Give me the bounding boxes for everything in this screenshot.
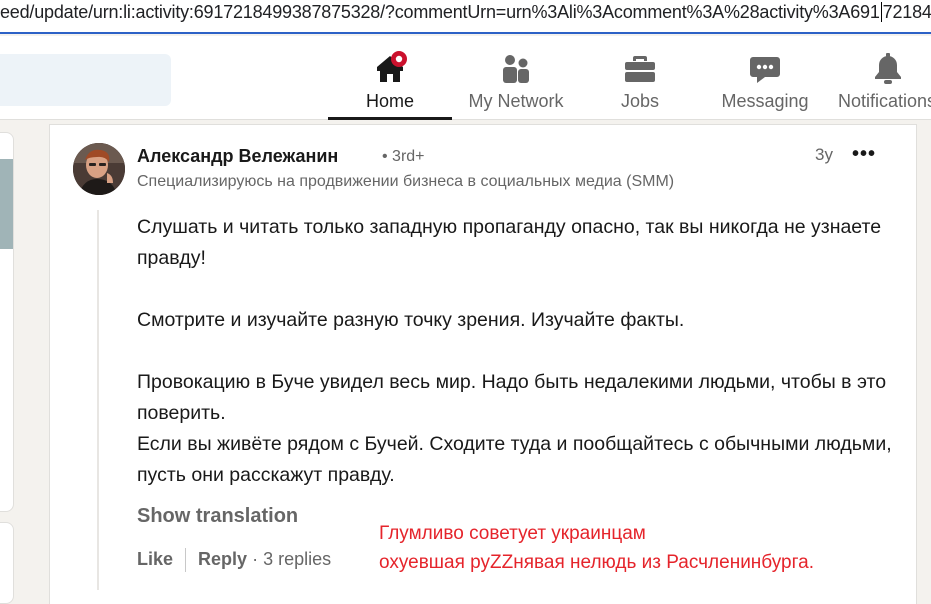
show-translation-button[interactable]: Show translation — [137, 505, 298, 528]
nav-messaging-label: Messaging — [721, 91, 809, 111]
author-headline: Специализируюсь на продвижении бизнеса в… — [137, 173, 675, 190]
reply-button[interactable]: Reply — [198, 549, 247, 569]
comment-thread-line — [97, 210, 99, 590]
comment-paragraph: Провокацию в Буче увидел весь мир. Надо … — [137, 371, 887, 424]
left-profile-card — [0, 132, 14, 512]
replies-count[interactable]: · 3 replies — [252, 549, 331, 569]
avatar[interactable] — [73, 143, 125, 195]
nav-notifications[interactable]: Notifications — [830, 36, 931, 120]
nav-my-network[interactable]: My Network — [456, 36, 576, 120]
url-text[interactable]: eed/update/urn:li:activity:6917218499387… — [0, 2, 931, 23]
address-bar[interactable]: eed/update/urn:li:activity:6917218499387… — [0, 0, 931, 34]
connection-degree: • 3rd+ — [382, 148, 425, 165]
text-caret — [880, 2, 882, 22]
search-input[interactable] — [0, 54, 171, 106]
nav-home-label: Home — [365, 91, 414, 111]
comment-timestamp: 3y — [815, 145, 833, 164]
more-options-button[interactable]: ••• — [852, 144, 876, 164]
nav-jobs-label: Jobs — [620, 91, 660, 111]
annotation-line: Глумливо советует украинцам — [379, 523, 646, 544]
nav-jobs[interactable]: Jobs — [580, 36, 700, 120]
nav-home[interactable]: Home — [328, 36, 452, 120]
top-navigation: Home My Network Jobs Messaging Notificat… — [0, 36, 931, 120]
home-icon — [377, 51, 407, 82]
left-secondary-card — [0, 522, 14, 604]
nav-notifications-label: Notifications — [838, 91, 931, 111]
comment-author-name[interactable]: Александр Вележанин — [137, 146, 338, 167]
bell-icon — [875, 53, 901, 84]
red-annotation: Глумливо советует украинцам охуевшая руZ… — [379, 519, 814, 577]
annotation-line: охуевшая руZZнявая нелюдь из Расчленинбу… — [379, 552, 814, 573]
action-divider — [185, 548, 187, 573]
comment-paragraph: Смотрите и изучайте разную точку зрения.… — [137, 309, 685, 331]
nav-messaging[interactable]: Messaging — [705, 36, 825, 120]
comment-actions: Like Reply · 3 replies — [137, 547, 331, 573]
nav-my-network-label: My Network — [468, 91, 564, 111]
profile-card-banner — [0, 159, 13, 249]
url-text-start: eed/update/urn:li:activity:6917218499387… — [0, 2, 880, 22]
like-button[interactable]: Like — [137, 549, 173, 569]
comment-paragraph: Слушать и читать только западную пропага… — [137, 216, 882, 269]
briefcase-icon — [625, 56, 655, 82]
chat-icon — [750, 57, 780, 83]
comment-text: Слушать и читать только западную пропага… — [137, 212, 897, 491]
comment-paragraph: Если вы живёте рядом с Бучей. Сходите ту… — [137, 433, 892, 486]
avatar-photo — [73, 143, 125, 195]
network-icon — [503, 55, 529, 83]
url-text-end: 7218499 — [882, 2, 931, 22]
